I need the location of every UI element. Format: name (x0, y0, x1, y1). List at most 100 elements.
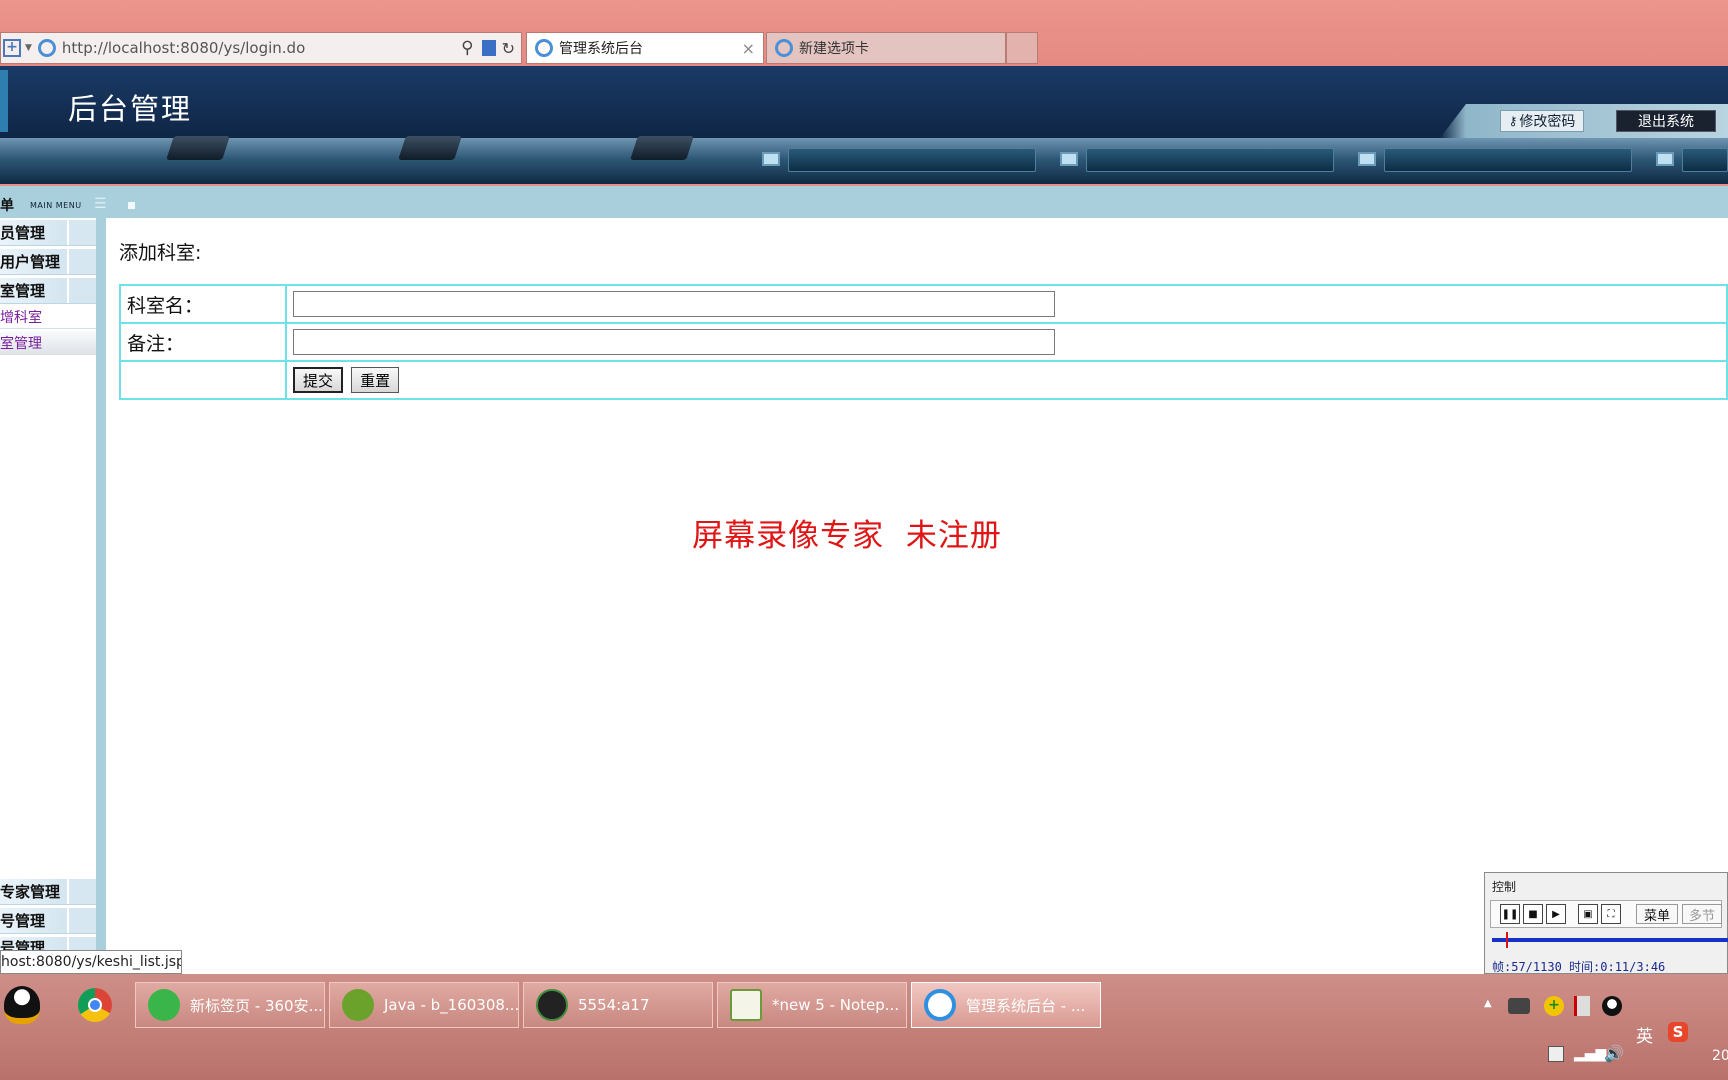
volume-icon[interactable]: 🔊 (1604, 1044, 1624, 1063)
ie-tab-icon (775, 39, 793, 57)
tray-network-error-icon[interactable] (1574, 996, 1590, 1016)
sidebar-subitem-label: 室管理 (0, 336, 42, 352)
signal-icon[interactable]: ▂▄▆ (1574, 1046, 1606, 1062)
banner-slot (788, 148, 1036, 172)
sidebar-item-departments[interactable]: 室管理 (0, 278, 96, 304)
search-icon[interactable]: ⚲ (461, 38, 473, 58)
logout-button[interactable]: 退出系统 (1616, 110, 1716, 132)
android-emulator-icon (536, 989, 568, 1021)
sidebar-item-registrations[interactable]: 号管理 (0, 908, 96, 934)
refresh-icon[interactable]: ↻ (502, 39, 515, 58)
tab-admin-label: 管理系统后台 (559, 41, 643, 57)
taskbar-item-label: *new 5 - Notep... (772, 996, 900, 1014)
taskbar-item-360[interactable]: 新标签页 - 360安... (135, 982, 325, 1028)
sogou-input-icon[interactable]: S (1668, 1022, 1688, 1042)
sidebar-subitem-label: 增科室 (0, 309, 42, 326)
status-url: host:8080/ys/keshi_list.jsp (0, 950, 182, 974)
timeline-position-marker[interactable] (1506, 932, 1508, 948)
monitor-icon (398, 136, 462, 160)
menu-lines-icon[interactable]: ☰ (94, 196, 107, 212)
taskbar-item-label: Java - b_160308... (384, 996, 519, 1014)
tray-qq-icon[interactable] (1602, 996, 1622, 1016)
recorder-timeline[interactable] (1492, 938, 1728, 942)
banner-slot (1682, 148, 1728, 172)
key-icon: ⚷ (1508, 114, 1518, 128)
close-tab-icon[interactable]: × (742, 39, 755, 58)
qq-icon[interactable] (4, 986, 40, 1024)
taskbar-item-eclipse[interactable]: Java - b_160308... (329, 982, 519, 1028)
tab-admin[interactable]: 管理系统后台 × (526, 32, 764, 64)
taskbar-item-emulator[interactable]: 5554:a17 (523, 982, 713, 1028)
sidebar-subitem-add-department[interactable]: 增科室 (0, 305, 96, 329)
sidebar-divider (96, 218, 106, 974)
screen-icon (1656, 152, 1674, 166)
notepad-icon (730, 989, 762, 1021)
sidebar-item-label: 员管理 (0, 224, 46, 242)
sidebar-item-label: 号管理 (0, 939, 46, 951)
ie-tab-icon (535, 39, 553, 57)
department-name-label: 科室名： (119, 284, 287, 324)
remark-input[interactable] (293, 329, 1055, 355)
bullet-icon (128, 202, 135, 209)
form-title: 添加科室: (119, 242, 202, 264)
banner-slot (1384, 148, 1632, 172)
header-accent (0, 70, 8, 132)
remark-label: 备注： (119, 322, 287, 362)
stop-icon[interactable]: ■ (1523, 904, 1543, 924)
dropdown-icon[interactable]: ▼ (25, 43, 32, 53)
sidebar-item-users[interactable]: 用户管理 (0, 249, 96, 275)
next-frame-icon[interactable]: ▶ (1546, 904, 1566, 924)
recorder-frame-info: 帧:57/1130 时间:0:11/3:46 (1492, 960, 1666, 974)
menu-bar (0, 186, 1728, 218)
clock[interactable]: 20 (1712, 1048, 1728, 1064)
sidebar-item-label: 号管理 (0, 912, 46, 930)
page-title: 后台管理 (68, 92, 193, 126)
tab-new-label: 新建选项卡 (799, 41, 869, 57)
address-text[interactable]: http://localhost:8080/ys/login.do (62, 39, 461, 57)
recorder-menu-button[interactable]: 菜单 (1636, 904, 1678, 924)
screen-mode-icon[interactable]: ▣ (1578, 904, 1598, 924)
tray-device-icon[interactable] (1548, 1046, 1564, 1062)
form-row: 科室名： (119, 284, 1728, 324)
screen-icon (762, 152, 780, 166)
sidebar-item-staff[interactable]: 员管理 (0, 220, 96, 246)
submit-button[interactable]: 提交 (293, 367, 344, 393)
add-department-form: 科室名： 备注： 提交 重置 (119, 284, 1728, 400)
pause-icon[interactable]: ❚❚ (1500, 904, 1520, 924)
recorder-watermark: 屏幕录像专家 未注册 (692, 518, 1002, 554)
tab-new[interactable]: 新建选项卡 (766, 32, 1006, 64)
address-bar[interactable]: + ▼ http://localhost:8080/ys/login.do ⚲ … (0, 32, 522, 64)
change-password-label: 修改密码 (1519, 114, 1576, 130)
recorder-title: 控制 (1492, 880, 1517, 894)
input-language-indicator[interactable]: 英 (1636, 1022, 1653, 1047)
recorder-step-button[interactable]: 多节 (1682, 904, 1722, 924)
new-tab-icon[interactable]: + (3, 39, 21, 57)
tray-360-icon[interactable]: + (1544, 996, 1564, 1016)
screen-icon (1060, 152, 1078, 166)
banner-slot (1086, 148, 1334, 172)
monitor-icon (166, 136, 230, 160)
change-password-button[interactable]: ⚷ 修改密码 (1500, 110, 1584, 132)
form-row: 备注： (119, 322, 1728, 362)
sidebar-item-appointments[interactable]: 号管理 (0, 937, 96, 951)
form-cell: 提交 重置 (285, 360, 1728, 400)
ie-page-icon (37, 39, 56, 57)
department-name-input[interactable] (293, 291, 1055, 317)
taskbar-item-label: 管理系统后台 - ... (966, 996, 1086, 1015)
monitor-icon (630, 136, 694, 160)
compat-icon[interactable] (481, 40, 496, 56)
reset-button[interactable]: 重置 (351, 367, 400, 393)
screen-icon (1358, 152, 1376, 166)
menu-subtitle: MAIN MENU (30, 201, 82, 210)
tray-expand-icon[interactable]: ▲ (1484, 998, 1492, 1009)
new-tab-button[interactable] (1006, 32, 1038, 64)
form-row: 提交 重置 (119, 360, 1728, 400)
sidebar-item-experts[interactable]: 专家管理 (0, 879, 96, 905)
taskbar-item-ie[interactable]: 管理系统后台 - ... (911, 982, 1101, 1028)
fullscreen-icon[interactable]: ⛶ (1601, 904, 1621, 924)
sidebar-item-label: 室管理 (0, 282, 46, 300)
menu-title: 菜单 (0, 198, 14, 214)
sidebar-subitem-manage-departments[interactable]: 室管理 (0, 331, 96, 355)
tray-camera-icon[interactable] (1508, 998, 1530, 1014)
taskbar-item-notepad[interactable]: *new 5 - Notep... (717, 982, 907, 1028)
